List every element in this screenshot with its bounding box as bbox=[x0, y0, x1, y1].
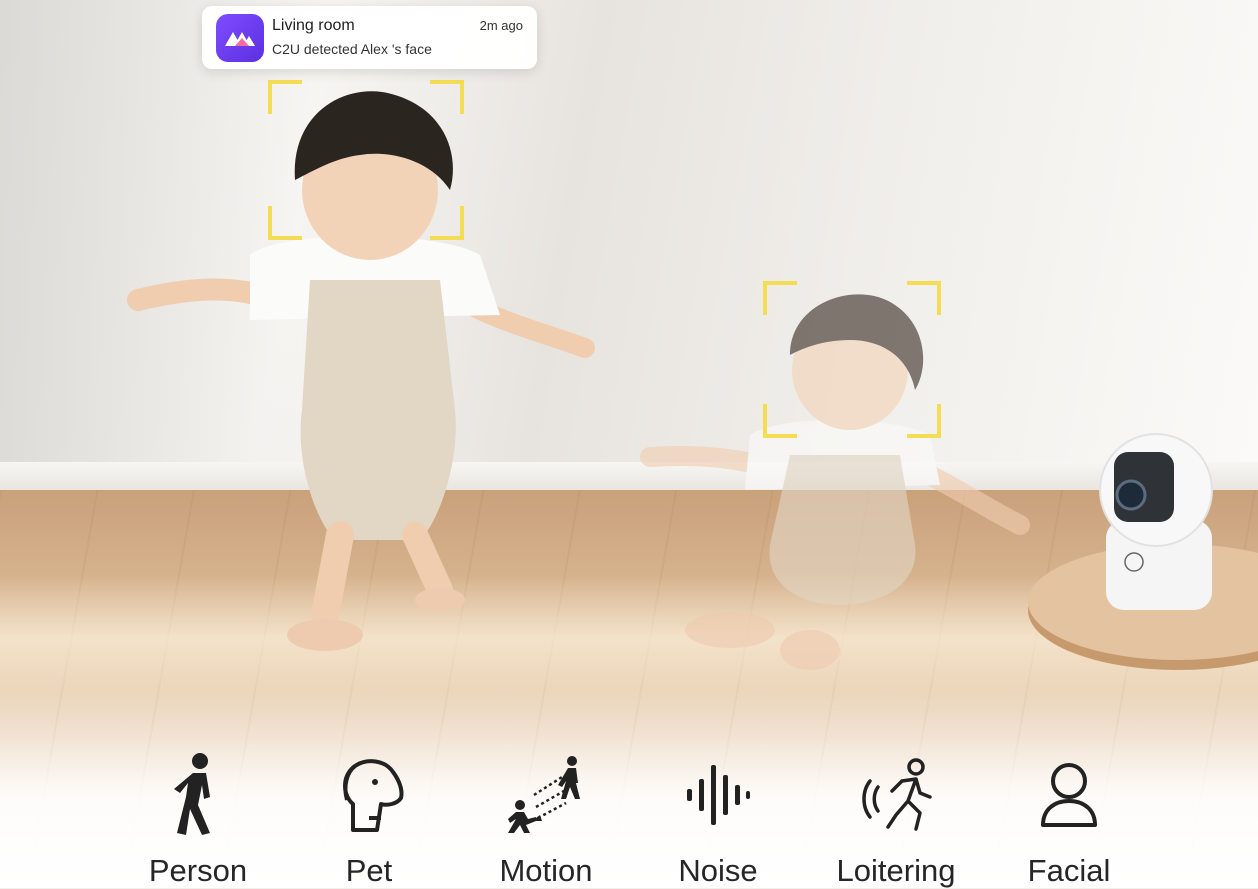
motion-figures-icon bbox=[471, 750, 621, 840]
feature-person: Person bbox=[123, 750, 273, 888]
feature-label-person: Person bbox=[148, 853, 248, 888]
feature-loitering: Loitering bbox=[821, 750, 971, 888]
camera-app-logo-icon bbox=[216, 14, 264, 62]
person-walking-icon bbox=[123, 750, 273, 840]
feature-noise: Noise bbox=[643, 750, 793, 888]
feature-label-facial: Facial bbox=[1027, 853, 1111, 888]
feature-label-noise: Noise bbox=[678, 853, 758, 888]
feature-label-loitering: Loitering bbox=[836, 853, 956, 888]
loitering-person-icon bbox=[821, 750, 971, 840]
feature-motion: Motion bbox=[471, 750, 621, 888]
feature-label-motion: Motion bbox=[499, 853, 593, 888]
face-detection-frame-baby bbox=[763, 281, 941, 438]
feature-label-pet: Pet bbox=[345, 853, 393, 888]
notification-card[interactable]: Living room C2U detected Alex 's face 2m… bbox=[202, 6, 537, 69]
notification-time: 2m ago bbox=[479, 18, 523, 33]
face-detection-frame-toddler bbox=[268, 80, 464, 240]
security-camera bbox=[1028, 433, 1258, 670]
sound-wave-icon bbox=[643, 750, 793, 840]
feature-pet: Pet bbox=[294, 750, 444, 888]
notification-body: C2U detected Alex 's face bbox=[272, 41, 432, 57]
feature-facial: Facial bbox=[994, 750, 1144, 888]
notification-title: Living room bbox=[272, 17, 355, 34]
dog-face-icon bbox=[294, 750, 444, 840]
face-user-icon bbox=[994, 750, 1144, 840]
